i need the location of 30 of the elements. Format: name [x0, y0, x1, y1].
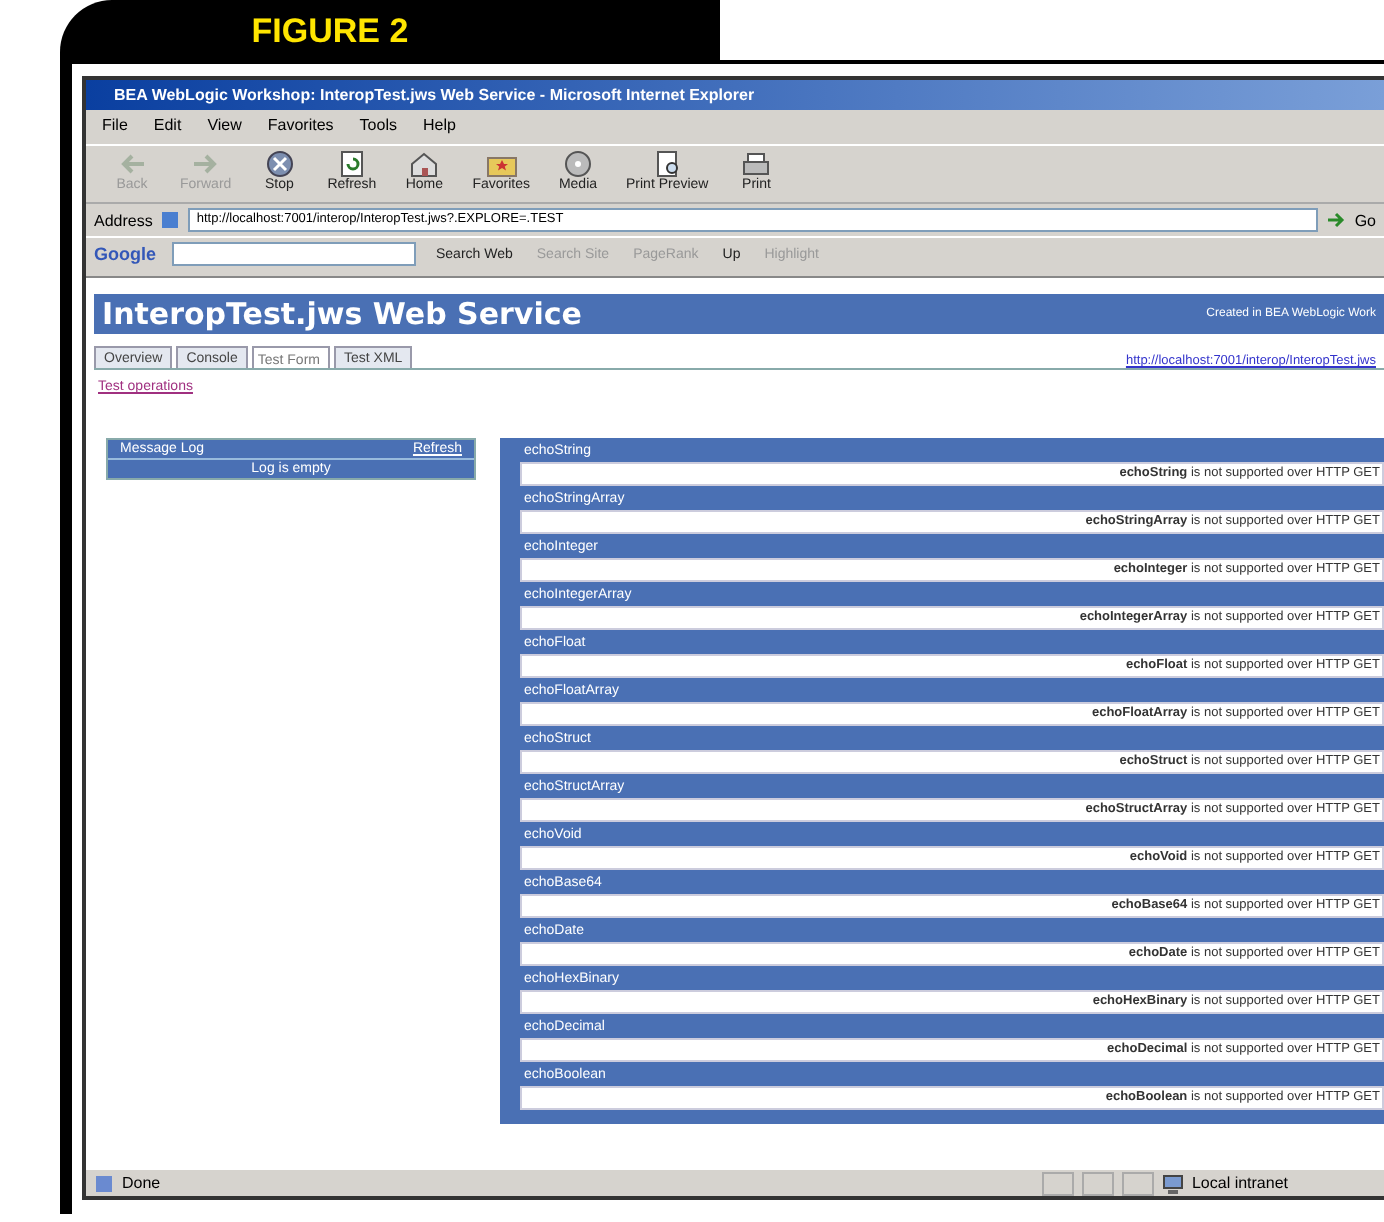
go-arrow-icon[interactable] — [1326, 210, 1347, 230]
menu-item[interactable]: Help — [422, 116, 456, 138]
menu-item[interactable]: View — [207, 116, 242, 138]
status-panel — [1121, 1171, 1154, 1195]
computer-icon — [1161, 1173, 1184, 1193]
page-magnifier-icon — [651, 150, 684, 178]
printer-icon — [740, 150, 773, 178]
status-panel — [1081, 1171, 1114, 1195]
menu-item[interactable]: Edit — [153, 116, 182, 138]
zone-text: Local intranet — [1191, 1174, 1288, 1192]
arrow-right-icon — [189, 150, 222, 178]
menu-item[interactable]: Favorites — [267, 116, 334, 138]
page-title: InteropTest.jws Web Service — [102, 296, 582, 332]
stop-icon — [263, 150, 296, 178]
status-panel — [1041, 1171, 1074, 1195]
go-button[interactable]: Go — [1354, 211, 1376, 229]
menu-item[interactable]: Tools — [359, 116, 397, 138]
google-logo: Google — [94, 244, 156, 264]
search-field[interactable] — [172, 242, 416, 266]
window-title: BEA WebLogic Workshop: InteropTest.jws Web Service - Microsoft Internet Explorer — [86, 80, 1384, 110]
menu-item[interactable]: File — [102, 116, 128, 138]
address-label: Address — [94, 211, 153, 229]
home-icon — [408, 150, 441, 178]
page-icon — [94, 1173, 114, 1193]
page-icon — [160, 210, 181, 230]
arrow-left-icon — [116, 150, 148, 178]
refresh-icon — [335, 150, 368, 178]
figure-label: FIGURE 2 — [60, 0, 720, 60]
disc-icon — [562, 150, 594, 178]
status-text: Done — [122, 1174, 161, 1192]
